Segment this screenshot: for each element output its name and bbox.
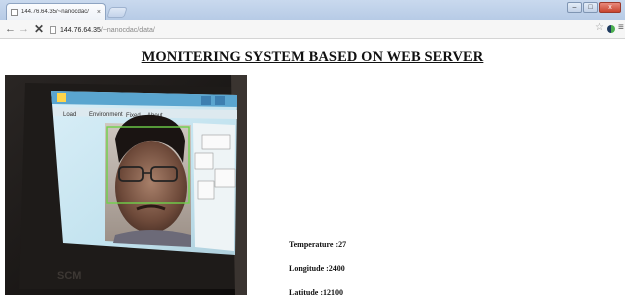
reading-value: 27 <box>338 240 347 249</box>
page-favicon-icon <box>11 8 18 16</box>
stop-loading-icon[interactable]: ✕ <box>34 23 44 36</box>
sensor-readings: Temperature :27 Longitude :2400 Latitude… <box>289 240 346 301</box>
window-controls: – □ x <box>566 2 621 13</box>
reading-value: 12100 <box>323 288 343 297</box>
reading-latitude: Latitude :12100 <box>289 288 346 301</box>
browser-tab[interactable]: 144.76.64.35/~nanocdac/ × <box>6 3 106 20</box>
reading-label: Latitude : <box>289 288 323 297</box>
tab-strip: 144.76.64.35/~nanocdac/ × – □ x <box>0 0 625 20</box>
camera-feed-image: Load Environment Fixed About SCM <box>5 75 247 295</box>
url-host: 144.76.64.35 <box>60 26 101 34</box>
svg-text:SCM: SCM <box>57 270 81 282</box>
svg-text:Environment: Environment <box>89 112 123 118</box>
extension-icon[interactable] <box>607 25 615 33</box>
maximize-button[interactable]: □ <box>583 2 598 13</box>
page-icon <box>50 26 56 34</box>
reading-temperature: Temperature :27 <box>289 240 346 264</box>
close-window-button[interactable]: x <box>599 2 621 13</box>
browser-toolbar: ← → ✕ 144.76.64.35 /~nanocdac/data/ ☆ ≡ <box>0 20 625 39</box>
reading-longitude: Longitude :2400 <box>289 264 346 288</box>
url-path: /~nanocdac/data/ <box>100 26 155 34</box>
bookmark-star-icon[interactable]: ☆ <box>595 22 604 33</box>
svg-text:Load: Load <box>63 112 76 118</box>
forward-arrow-icon[interactable]: → <box>18 23 29 36</box>
new-tab-button[interactable] <box>106 7 128 18</box>
tab-title: 144.76.64.35/~nanocdac/ <box>21 9 89 15</box>
reading-value: 2400 <box>328 264 345 273</box>
camera-photo: Load Environment Fixed About SCM <box>5 75 247 295</box>
menu-icon[interactable]: ≡ <box>618 22 624 34</box>
reading-label: Longitude : <box>289 264 329 273</box>
tab-close-icon[interactable]: × <box>97 9 101 16</box>
minimize-button[interactable]: – <box>567 2 582 13</box>
back-arrow-icon[interactable]: ← <box>5 23 16 36</box>
page-title: MONITERING SYSTEM BASED ON WEB SERVER <box>141 49 484 65</box>
reading-label: Temperature : <box>289 240 339 249</box>
address-bar[interactable]: 144.76.64.35 /~nanocdac/data/ <box>50 23 590 37</box>
